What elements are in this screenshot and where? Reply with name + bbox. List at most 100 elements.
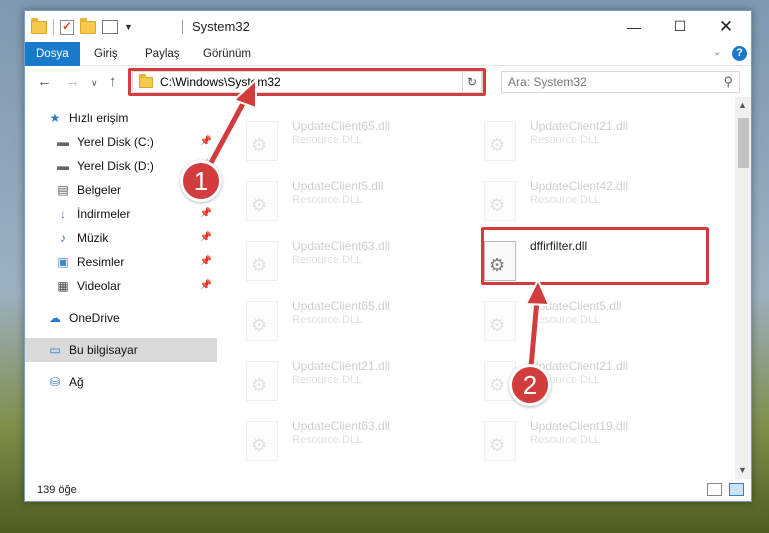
- dll-file-icon: [484, 121, 516, 161]
- nav-item-label: Hızlı erişim: [69, 111, 129, 125]
- nav-item-network[interactable]: ⛁ Ağ: [25, 370, 217, 394]
- file-item[interactable]: UpdateClient63.dll Resource DLL: [242, 417, 472, 469]
- dll-file-icon: [246, 241, 278, 281]
- explorer-window: ▼ System32 — ☐ ✕ Dosya Giriş Paylaş Görü…: [24, 10, 752, 502]
- minimize-button[interactable]: —: [611, 11, 657, 42]
- file-item[interactable]: UpdateClient42.dll Resource DLL: [480, 177, 710, 229]
- tab-view[interactable]: Görünüm: [192, 42, 262, 66]
- title-separator: [182, 20, 183, 34]
- search-placeholder: Ara: System32: [508, 75, 587, 89]
- help-icon[interactable]: ?: [732, 46, 747, 61]
- file-type: Resource DLL: [292, 134, 363, 146]
- scrollbar-thumb[interactable]: [738, 118, 749, 168]
- highlight-address-box: [128, 68, 486, 96]
- file-name: UpdateClient65.dll: [292, 299, 391, 313]
- properties-check-icon[interactable]: [60, 19, 74, 35]
- tab-home[interactable]: Giriş: [83, 42, 129, 66]
- navigation-pane: ★ Hızlı erişim ▬ Yerel Disk (C:) 📌 ▬ Yer…: [25, 97, 218, 479]
- title-bar: ▼ System32 — ☐ ✕: [25, 11, 751, 42]
- star-icon: ★: [49, 111, 61, 125]
- download-icon: ↓: [60, 207, 66, 221]
- file-item[interactable]: UpdateClient65.dll Resource DLL: [242, 117, 472, 169]
- large-icons-view-icon[interactable]: [729, 483, 744, 496]
- details-view-icon[interactable]: [707, 483, 722, 496]
- file-name: UpdateClient5.dll: [292, 179, 384, 193]
- scroll-up-icon[interactable]: ▲: [738, 100, 747, 110]
- file-name: UpdateClient42.dll: [530, 179, 629, 193]
- step-badge-1: 1: [180, 160, 222, 202]
- nav-item-drive-c[interactable]: ▬ Yerel Disk (C:) 📌: [25, 130, 217, 154]
- pin-icon[interactable]: 📌: [200, 280, 212, 291]
- file-list: UpdateClient65.dll Resource DLL UpdateCl…: [218, 97, 735, 479]
- search-icon[interactable]: ⚲: [723, 74, 733, 90]
- file-type: Resource DLL: [292, 254, 363, 266]
- nav-item-this-pc[interactable]: ▭ Bu bilgisayar: [25, 338, 217, 362]
- file-type: Resource DLL: [292, 434, 363, 446]
- back-arrow-icon[interactable]: ←: [37, 73, 52, 90]
- up-arrow-icon[interactable]: ↑: [109, 73, 117, 90]
- drive-icon: ▬: [57, 135, 69, 149]
- file-name: UpdateClient63.dll: [292, 419, 391, 433]
- dll-file-icon: [246, 181, 278, 221]
- nav-item-label: İndirmeler: [77, 207, 131, 221]
- window-title: System32: [192, 19, 250, 34]
- dll-file-icon: [246, 361, 278, 401]
- file-type: Resource DLL: [530, 434, 601, 446]
- file-item[interactable]: UpdateClient5.dll Resource DLL: [242, 177, 472, 229]
- customize-dropdown-icon[interactable]: ▼: [124, 22, 133, 32]
- pin-icon[interactable]: 📌: [200, 232, 212, 243]
- nav-item-quick-access[interactable]: ★ Hızlı erişim: [25, 106, 217, 130]
- nav-item-videos[interactable]: ▦ Videolar 📌: [25, 274, 217, 298]
- file-name: UpdateClient21.dll: [292, 359, 391, 373]
- file-name: UpdateClient5.dll: [530, 299, 622, 313]
- video-icon: ▦: [57, 279, 69, 293]
- nav-item-onedrive[interactable]: ☁ OneDrive: [25, 306, 217, 330]
- dll-file-icon: [484, 301, 516, 341]
- maximize-button[interactable]: ☐: [657, 11, 703, 42]
- tab-share[interactable]: Paylaş: [134, 42, 191, 66]
- nav-item-downloads[interactable]: ↓ İndirmeler 📌: [25, 202, 217, 226]
- computer-icon: ▭: [49, 343, 61, 357]
- nav-item-label: Bu bilgisayar: [69, 343, 138, 357]
- view-icon[interactable]: [102, 20, 118, 34]
- file-type: Resource DLL: [530, 194, 601, 206]
- tab-file[interactable]: Dosya: [25, 42, 80, 66]
- close-button[interactable]: ✕: [703, 11, 749, 42]
- scroll-down-icon[interactable]: ▼: [738, 465, 747, 475]
- file-item[interactable]: UpdateClient21.dll Resource DLL: [480, 117, 710, 169]
- quick-access-toolbar: ▼: [31, 17, 133, 37]
- pin-icon[interactable]: 📌: [200, 136, 212, 147]
- forward-arrow-icon[interactable]: →: [65, 73, 80, 90]
- file-name: UpdateClient63.dll: [292, 239, 391, 253]
- file-item[interactable]: UpdateClient63.dll Resource DLL: [242, 237, 472, 289]
- ribbon-expand-icon[interactable]: ⌄: [713, 47, 721, 58]
- item-count: 139 öğe: [37, 484, 77, 496]
- file-item[interactable]: UpdateClient5.dll Resource DLL: [480, 297, 710, 349]
- file-item[interactable]: UpdateClient21.dll Resource DLL: [242, 357, 472, 409]
- nav-item-label: Resimler: [77, 255, 125, 269]
- search-input[interactable]: Ara: System32 ⚲: [501, 71, 740, 93]
- nav-item-music[interactable]: ♪ Müzik 📌: [25, 226, 217, 250]
- pin-icon[interactable]: 📌: [200, 208, 212, 219]
- pictures-icon: ▣: [57, 255, 69, 269]
- dll-file-icon: [246, 301, 278, 341]
- file-type: Resource DLL: [292, 314, 363, 326]
- new-folder-icon[interactable]: [80, 17, 96, 34]
- recent-locations-icon[interactable]: ∨: [91, 78, 98, 89]
- file-item[interactable]: UpdateClient65.dll Resource DLL: [242, 297, 472, 349]
- pin-icon[interactable]: 📌: [200, 256, 212, 267]
- folder-icon[interactable]: [31, 17, 47, 34]
- nav-item-label: Ağ: [69, 375, 84, 389]
- file-type: Resource DLL: [530, 314, 601, 326]
- nav-item-pictures[interactable]: ▣ Resimler 📌: [25, 250, 217, 274]
- network-icon: ⛁: [49, 375, 61, 389]
- nav-item-label: Videolar: [77, 279, 121, 293]
- file-name: UpdateClient19.dll: [530, 419, 629, 433]
- file-item[interactable]: UpdateClient19.dll Resource DLL: [480, 417, 710, 469]
- vertical-scrollbar[interactable]: ▲ ▼: [735, 97, 751, 479]
- file-type: Resource DLL: [292, 374, 363, 386]
- nav-item-label: OneDrive: [69, 311, 120, 325]
- ribbon-tabs: Dosya Giriş Paylaş Görünüm ⌄ ?: [25, 42, 751, 66]
- music-icon: ♪: [60, 231, 66, 245]
- drive-icon: ▬: [57, 159, 69, 173]
